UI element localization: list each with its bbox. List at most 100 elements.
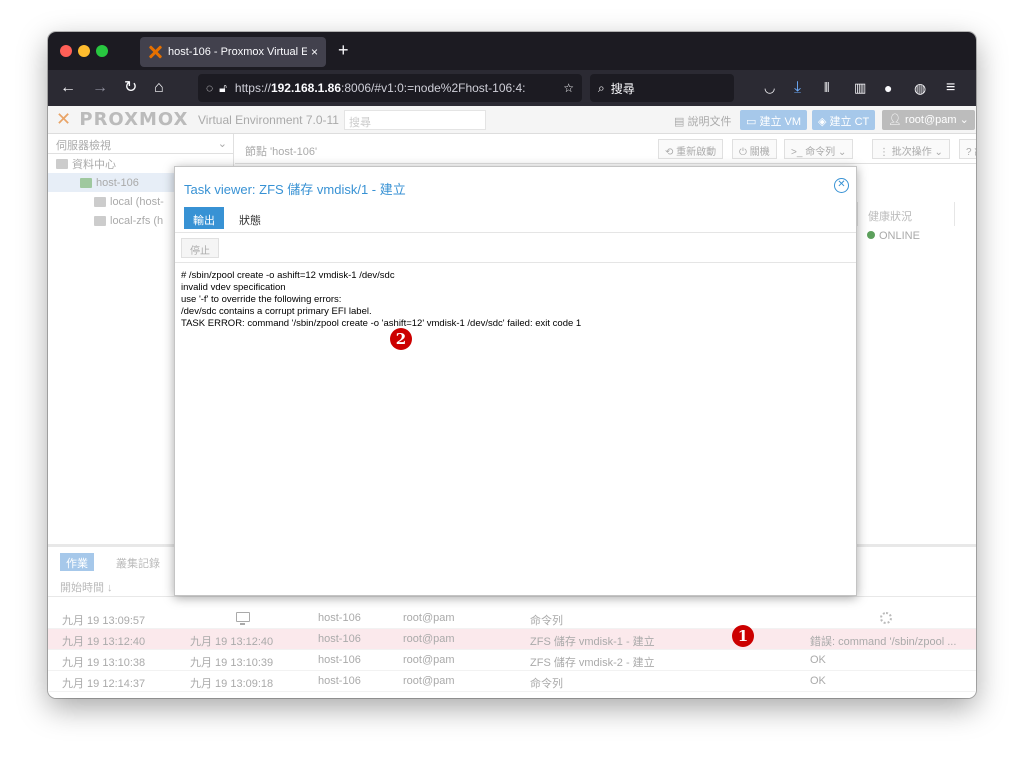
- search-icon: ⌕: [598, 80, 605, 95]
- loading-spinner-icon: [880, 612, 892, 624]
- browser-window: host-106 - Proxmox Virtual Envir × + ← →…: [48, 32, 976, 698]
- cell-node: host-106: [318, 612, 361, 624]
- table-row[interactable]: 九月 19 13:10:38 九月 19 13:10:39 host-106 r…: [48, 650, 976, 671]
- node-toolbar: 節點 'host-106' ⟲ 重新啟動 ⏻ 關機 >_ 命令列 ⌄ ⋮ 批次操…: [235, 134, 976, 164]
- home-icon[interactable]: ⌂: [154, 78, 164, 98]
- zoom-window-button[interactable]: [96, 45, 108, 57]
- tab-title: host-106 - Proxmox Virtual Envir: [168, 46, 307, 58]
- annotation-marker-1: 1: [732, 625, 754, 647]
- create-ct-button[interactable]: ◈ 建立 CT: [812, 110, 876, 130]
- monitor-icon: [236, 612, 250, 625]
- tree-item-label: 資料中心: [72, 158, 116, 171]
- tree-item-label: host-106: [96, 176, 139, 189]
- cell-status: 錯誤: command '/sbin/zpool ...: [810, 636, 957, 648]
- cell-user: root@pam: [403, 612, 455, 624]
- log-line: invalid vdev specification: [181, 282, 286, 293]
- view-selector-label: 伺服器檢視: [56, 140, 111, 152]
- node-title: 節點 'host-106': [245, 146, 318, 158]
- tree-item-label: local (host-: [110, 195, 164, 208]
- cell-user: root@pam: [403, 654, 455, 666]
- cell-start-time: 九月 19 12:14:37: [62, 678, 146, 690]
- close-window-button[interactable]: [60, 45, 72, 57]
- tab-tasks[interactable]: 作業: [60, 553, 94, 571]
- cell-status: OK: [810, 654, 826, 666]
- dialog-header: Task viewer: ZFS 儲存 vmdisk/1 - 建立 ✕: [175, 167, 856, 203]
- cell-end-time: 九月 19 13:09:18: [190, 678, 274, 690]
- table-row[interactable]: 九月 19 13:12:40 九月 19 13:12:40 host-106 r…: [48, 629, 976, 650]
- status-ok-icon: [867, 231, 875, 239]
- proxmox-logo: ✕ PROXMOX: [56, 109, 189, 130]
- tab-output[interactable]: 輸出: [184, 207, 224, 229]
- lock-warning-icon[interactable]: 🔓︎: [219, 81, 227, 96]
- shutdown-button[interactable]: ⏻ 關機: [732, 139, 777, 159]
- node-online-icon: [80, 177, 92, 188]
- forward-arrow-icon[interactable]: →: [92, 78, 108, 98]
- cell-start-time: 九月 19 13:09:57: [62, 615, 146, 627]
- stop-button[interactable]: 停止: [181, 238, 219, 258]
- cell-node: host-106: [318, 675, 361, 687]
- task-viewer-dialog: Task viewer: ZFS 儲存 vmdisk/1 - 建立 ✕ 輸出 狀…: [174, 166, 857, 596]
- extension-icon[interactable]: ●: [884, 78, 892, 98]
- task-output-log: # /sbin/zpool create -o ashift=12 vmdisk…: [175, 264, 856, 594]
- pve-search-input[interactable]: 搜尋: [344, 110, 486, 130]
- storage-icon: [94, 215, 106, 226]
- cell-end-time: 九月 19 13:12:40: [190, 636, 274, 648]
- cell-description: 命令列: [530, 615, 563, 627]
- browser-tab[interactable]: host-106 - Proxmox Virtual Envir ×: [140, 37, 326, 67]
- cell-node: host-106: [318, 633, 361, 645]
- browser-tab-bar: host-106 - Proxmox Virtual Envir × +: [48, 32, 976, 70]
- account-icon[interactable]: ◍: [914, 78, 926, 98]
- proxmox-favicon-icon: [148, 45, 162, 59]
- datacenter-icon: [56, 158, 68, 169]
- close-icon[interactable]: ✕: [834, 178, 849, 193]
- help-button[interactable]: ? 說明: [959, 139, 976, 159]
- health-status: ONLINE: [867, 230, 920, 242]
- cell-status: OK: [810, 675, 826, 687]
- library-icon[interactable]: ⫴: [824, 78, 829, 98]
- annotation-marker-2: 2: [390, 328, 412, 350]
- log-line: /dev/sdc contains a corrupt primary EFI …: [181, 306, 372, 317]
- table-row[interactable]: 九月 19 12:14:37 九月 19 13:09:18 host-106 r…: [48, 671, 976, 692]
- browser-search-bar[interactable]: ⌕ 搜尋: [590, 74, 734, 102]
- bulk-actions-button[interactable]: ⋮ 批次操作 ⌄: [872, 139, 950, 159]
- reboot-button[interactable]: ⟲ 重新啟動: [658, 139, 724, 159]
- create-vm-button[interactable]: ▭ 建立 VM: [740, 110, 808, 130]
- storage-icon: [94, 196, 106, 207]
- cell-description: 命令列: [530, 678, 563, 690]
- tab-cluster-log[interactable]: 叢集記錄: [110, 553, 166, 571]
- pocket-icon[interactable]: ◡: [764, 78, 775, 98]
- bookmark-star-icon[interactable]: ☆: [563, 81, 574, 95]
- url-text[interactable]: https://192.168.1.86:8006/#v1:0:=node%2F…: [235, 81, 563, 95]
- user-menu-button[interactable]: 👤︎ root@pam ⌄: [882, 110, 975, 130]
- health-column-header[interactable]: 健康狀況: [857, 202, 955, 226]
- menu-icon[interactable]: ≡: [946, 78, 955, 98]
- table-row[interactable]: 九月 19 13:09:57 host-106 root@pam 命令列: [48, 608, 976, 629]
- shield-icon[interactable]: ◌: [206, 81, 213, 95]
- cell-node: host-106: [318, 654, 361, 666]
- dialog-tabs: 輸出 狀態: [175, 203, 856, 233]
- tab-status[interactable]: 狀態: [230, 207, 270, 229]
- new-tab-button[interactable]: +: [338, 40, 349, 61]
- sidebar-icon[interactable]: ▥: [854, 78, 866, 98]
- chevron-down-icon: ⌄: [217, 138, 227, 150]
- docs-button[interactable]: ▤ 說明文件: [668, 110, 737, 130]
- shell-button[interactable]: >_ 命令列 ⌄: [784, 139, 854, 159]
- cell-end-time: 九月 19 13:10:39: [190, 657, 274, 669]
- reload-icon[interactable]: ↻: [124, 78, 137, 98]
- dialog-title: Task viewer: ZFS 儲存 vmdisk/1 - 建立: [184, 182, 406, 197]
- view-selector[interactable]: 伺服器檢視 ⌄: [48, 134, 233, 154]
- log-line: # /sbin/zpool create -o ashift=12 vmdisk…: [181, 270, 395, 281]
- pve-version: Virtual Environment 7.0-11: [198, 113, 339, 127]
- back-arrow-icon[interactable]: ←: [60, 78, 76, 98]
- close-tab-icon[interactable]: ×: [311, 45, 318, 59]
- search-placeholder: 搜尋: [610, 81, 635, 96]
- minimize-window-button[interactable]: [78, 45, 90, 57]
- cell-user: root@pam: [403, 675, 455, 687]
- log-line: use '-f' to override the following error…: [181, 294, 342, 305]
- download-icon[interactable]: ⤓: [794, 78, 801, 98]
- pve-header: ✕ PROXMOX Virtual Environment 7.0-11 搜尋 …: [48, 106, 976, 134]
- cell-user: root@pam: [403, 633, 455, 645]
- url-bar[interactable]: ◌ 🔓︎ https://192.168.1.86:8006/#v1:0:=no…: [198, 74, 582, 102]
- cell-start-time: 九月 19 13:12:40: [62, 636, 146, 648]
- cell-start-time: 九月 19 13:10:38: [62, 657, 146, 669]
